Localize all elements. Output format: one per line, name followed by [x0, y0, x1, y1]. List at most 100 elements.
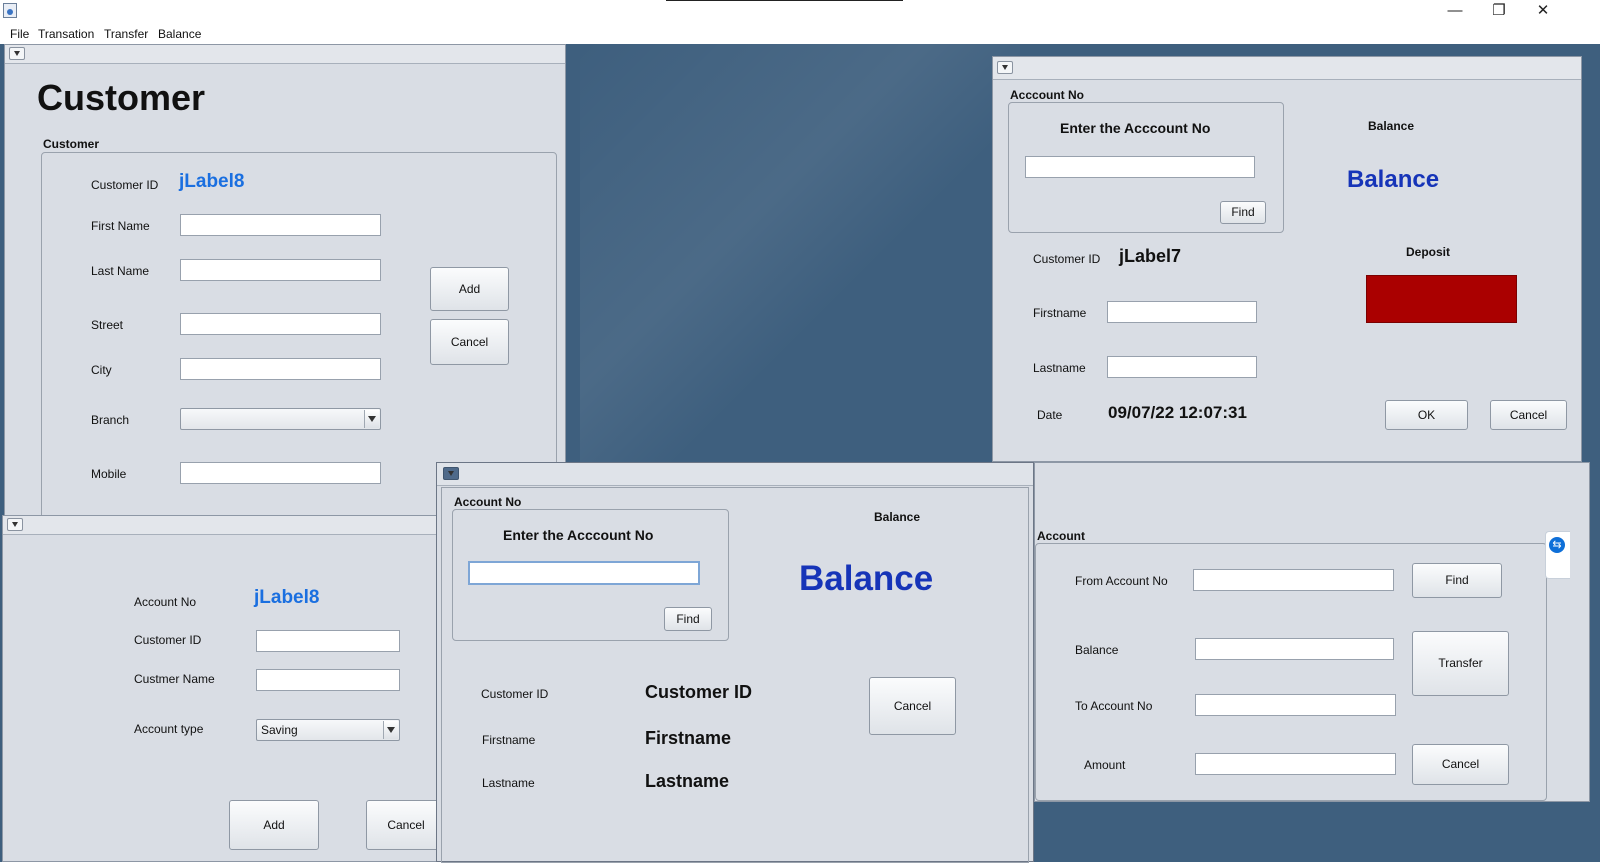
find-button[interactable]: Find	[1412, 563, 1502, 598]
balance-value: Balance	[799, 559, 934, 598]
city-label: City	[91, 363, 112, 377]
date-label: Date	[1037, 408, 1063, 422]
ok-button[interactable]: OK	[1385, 400, 1468, 430]
first-name-input[interactable]	[180, 214, 381, 236]
balance-label: Balance	[1075, 643, 1119, 657]
transfer-button[interactable]: Transfer	[1412, 631, 1509, 696]
lastname-label: Lastname	[482, 776, 535, 790]
mobile-label: Mobile	[91, 467, 127, 481]
lastname-value: Lastname	[645, 771, 730, 791]
customer-id-value: jLabel8	[179, 171, 245, 192]
firstname-label: Firstname	[482, 733, 536, 747]
account-no-input[interactable]	[468, 561, 700, 585]
enter-account-label: Enter the Acccount No	[1060, 120, 1211, 136]
account-type-select[interactable]: Saving	[256, 719, 400, 741]
title-bar-edge	[666, 0, 903, 1]
date-value: 09/07/22 12:07:31	[1108, 403, 1247, 422]
chevron-down-icon[interactable]	[383, 721, 398, 739]
frame-menu-icon[interactable]	[7, 518, 23, 531]
desktop-shading	[580, 44, 1020, 464]
frame-menu-icon[interactable]	[997, 61, 1013, 74]
from-account-label: From Account No	[1075, 574, 1168, 588]
add-button[interactable]: Add	[229, 800, 319, 850]
customer-id-label: Customer ID	[134, 633, 202, 647]
first-name-label: First Name	[91, 219, 150, 233]
account-no-group-title: Account No	[454, 495, 522, 509]
restore-button[interactable]: ❐	[1476, 0, 1522, 22]
customer-id-value: jLabel7	[1119, 246, 1182, 266]
firstname-label: Firstname	[1033, 306, 1087, 320]
account-no-input[interactable]	[1025, 156, 1255, 178]
deposit-input[interactable]	[1366, 275, 1517, 323]
cancel-button[interactable]: Cancel	[430, 319, 509, 365]
account-no-value: jLabel8	[254, 587, 320, 608]
frame-menu-icon[interactable]	[443, 467, 459, 480]
frame-header	[437, 463, 1033, 486]
last-name-input[interactable]	[180, 259, 381, 281]
mobile-input[interactable]	[180, 462, 381, 484]
menu-transfer[interactable]: Transfer	[104, 27, 148, 41]
customer-id-value: Customer ID	[645, 682, 753, 702]
customer-id-label: Customer ID	[91, 178, 159, 192]
balance-label: Balance	[874, 510, 921, 524]
customer-name-input[interactable]	[256, 669, 400, 691]
enter-account-label: Enter the Acccount No	[503, 527, 654, 543]
frame-menu-icon[interactable]	[9, 47, 25, 60]
amount-label: Amount	[1084, 758, 1126, 772]
find-button[interactable]: Find	[1220, 201, 1266, 224]
branch-select[interactable]	[180, 408, 381, 430]
cancel-button[interactable]: Cancel	[1412, 744, 1509, 785]
menu-file[interactable]: File	[10, 27, 29, 41]
minimize-button[interactable]: —	[1432, 0, 1478, 22]
menu-balance[interactable]: Balance	[158, 27, 201, 41]
menu-bar: File Transation Transfer Balance	[0, 24, 1600, 44]
deposit-label: Deposit	[1406, 245, 1451, 259]
customer-group-title: Customer	[43, 137, 100, 151]
lastname-label: Lastname	[1033, 361, 1086, 375]
account-frame: Account No jLabel8 Customer ID Custmer N…	[2, 515, 446, 862]
find-button[interactable]: Find	[664, 607, 712, 631]
from-account-input[interactable]	[1193, 569, 1394, 591]
account-group-title: Account	[1037, 529, 1085, 543]
close-button[interactable]: ✕	[1520, 0, 1566, 22]
lastname-input[interactable]	[1107, 356, 1257, 378]
street-input[interactable]	[180, 313, 381, 335]
street-label: Street	[91, 318, 124, 332]
cancel-button[interactable]: Cancel	[869, 677, 956, 735]
balance-label: Balance	[1368, 119, 1415, 133]
account-no-group-title: Acccount No	[1010, 88, 1085, 102]
customer-frame: Customer Customer Customer ID jLabel8 Fi…	[4, 44, 566, 522]
firstname-input[interactable]	[1107, 301, 1257, 323]
customer-id-label: Customer ID	[481, 687, 549, 701]
window-title-bar: — ❐ ✕	[0, 0, 1600, 24]
deposit-frame: Acccount No Enter the Acccount No Find B…	[992, 56, 1582, 462]
balance-value: Balance	[1347, 166, 1440, 193]
to-account-input[interactable]	[1195, 694, 1396, 716]
last-name-label: Last Name	[91, 264, 150, 278]
add-button[interactable]: Add	[430, 267, 509, 311]
balance-input[interactable]	[1195, 638, 1394, 660]
account-no-label: Account No	[134, 595, 197, 609]
frame-header	[993, 57, 1581, 80]
amount-input[interactable]	[1195, 753, 1396, 775]
menu-transation[interactable]: Transation	[38, 27, 94, 41]
chevron-down-icon[interactable]	[364, 410, 379, 428]
teamviewer-icon: ⇆	[1549, 537, 1565, 553]
java-app-icon	[3, 3, 17, 18]
customer-heading: Customer	[37, 77, 206, 118]
transfer-frame: Account From Account No Find Balance Tra…	[1034, 462, 1590, 802]
customer-id-input[interactable]	[256, 630, 400, 652]
cancel-button[interactable]: Cancel	[366, 800, 446, 850]
firstname-value: Firstname	[645, 728, 732, 748]
frame-header	[5, 45, 565, 64]
customer-id-label: Customer ID	[1033, 252, 1101, 266]
account-type-label: Account type	[134, 722, 204, 736]
customer-name-label: Custmer Name	[134, 672, 215, 686]
branch-label: Branch	[91, 413, 130, 427]
cancel-button[interactable]: Cancel	[1490, 400, 1567, 430]
remote-support-tab[interactable]: ⇆	[1545, 531, 1570, 579]
city-input[interactable]	[180, 358, 381, 380]
frame-header	[3, 516, 439, 535]
account-type-value: Saving	[261, 723, 298, 737]
to-account-label: To Account No	[1075, 699, 1153, 713]
